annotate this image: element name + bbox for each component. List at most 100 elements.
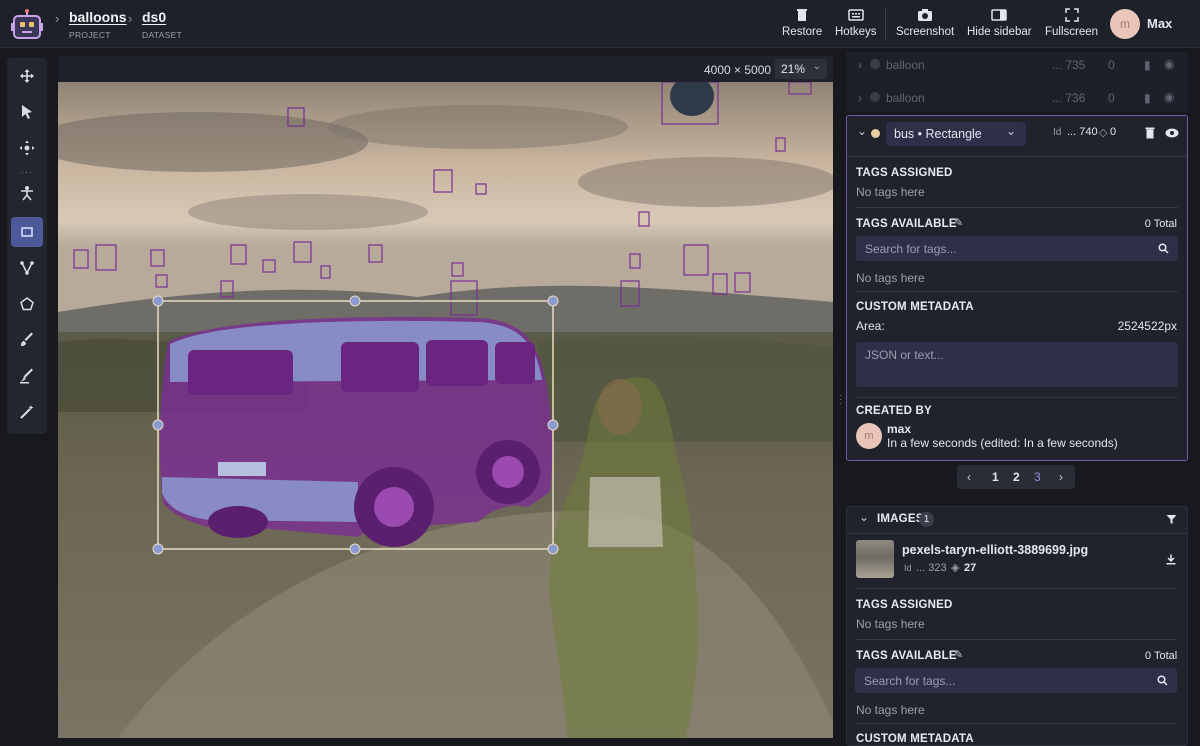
dataset-name[interactable]: ds0 bbox=[142, 9, 182, 25]
keypoints-icon bbox=[21, 186, 33, 201]
prev-page-icon[interactable]: ‹ bbox=[967, 470, 971, 484]
image-file-name[interactable]: pexels-taryn-elliott-3889699.jpg bbox=[902, 543, 1088, 557]
page-2[interactable]: 2 bbox=[1013, 470, 1020, 484]
hotkeys-button[interactable]: Hotkeys bbox=[835, 8, 877, 38]
object-row[interactable]: › balloon ... 735 0 ▮ ◉ bbox=[846, 52, 1188, 80]
annotation-toolbar: ··· ··· bbox=[7, 58, 47, 434]
trash-icon[interactable]: ▮ bbox=[1144, 91, 1151, 105]
images-count: 1 bbox=[919, 512, 934, 527]
download-icon[interactable] bbox=[1166, 554, 1176, 565]
image-tag-search-input[interactable]: Search for tags... bbox=[855, 668, 1177, 693]
chevron-right-icon: › bbox=[128, 11, 133, 26]
eraser-icon bbox=[20, 368, 33, 384]
user-avatar[interactable]: m bbox=[1110, 9, 1140, 39]
resize-handle[interactable] bbox=[152, 543, 164, 555]
object-id: ... 736 bbox=[1052, 91, 1086, 105]
divider bbox=[856, 291, 1178, 292]
keypoints-tool[interactable] bbox=[11, 178, 43, 208]
filter-icon[interactable] bbox=[1166, 514, 1177, 525]
bus-window bbox=[341, 342, 419, 392]
resize-handle[interactable] bbox=[547, 295, 559, 307]
user-name[interactable]: Max bbox=[1147, 16, 1172, 31]
class-select[interactable]: bus • Rectangle ⌄ bbox=[886, 122, 1026, 146]
resize-handle[interactable] bbox=[349, 295, 361, 307]
rectangle-tool[interactable] bbox=[11, 217, 43, 247]
metadata-textarea[interactable]: JSON or text... bbox=[856, 342, 1178, 387]
divider bbox=[847, 533, 1187, 534]
polyline-tool[interactable] bbox=[11, 253, 43, 283]
resize-handle[interactable] bbox=[547, 543, 559, 555]
divider bbox=[855, 723, 1177, 724]
resize-handle[interactable] bbox=[349, 543, 361, 555]
polygon-tool[interactable] bbox=[11, 289, 43, 319]
rectangle-icon bbox=[21, 227, 33, 237]
layers-icon: ◈ bbox=[951, 562, 960, 574]
project-name[interactable]: balloons bbox=[69, 9, 127, 25]
eye-icon[interactable] bbox=[1165, 128, 1179, 138]
hide-sidebar-button[interactable]: Hide sidebar bbox=[967, 8, 1032, 38]
pan-tool[interactable] bbox=[11, 133, 43, 163]
image-tags-total: 0 Total bbox=[1145, 650, 1178, 662]
fullscreen-label: Fullscreen bbox=[1045, 26, 1099, 38]
image-thumbnail[interactable] bbox=[856, 540, 894, 578]
trash-icon[interactable]: ▮ bbox=[1144, 58, 1151, 72]
tags-total: 0 Total bbox=[1144, 218, 1177, 230]
zoom-value: 21% bbox=[781, 62, 806, 76]
class-color-dot bbox=[871, 129, 880, 138]
object-tags-count: 0 bbox=[1108, 58, 1115, 72]
bus-wheel bbox=[492, 456, 524, 488]
divider bbox=[847, 156, 1187, 157]
restore-button[interactable]: Restore bbox=[782, 8, 822, 38]
panel-resize-handle[interactable]: · · · bbox=[839, 391, 842, 409]
eraser-tool[interactable] bbox=[11, 361, 43, 391]
next-page-icon[interactable]: › bbox=[1059, 470, 1063, 484]
eye-icon[interactable]: ◉ bbox=[1164, 90, 1174, 104]
magic-wand-tool[interactable] bbox=[11, 397, 43, 427]
bus-window bbox=[188, 350, 293, 395]
resize-handle[interactable] bbox=[152, 295, 164, 307]
chevron-down-icon: ⌄ bbox=[812, 61, 821, 72]
person-top bbox=[588, 477, 663, 547]
annotation-canvas[interactable] bbox=[58, 82, 833, 738]
resize-handle[interactable] bbox=[547, 419, 559, 431]
select-tool[interactable] bbox=[11, 97, 43, 127]
image-custom-metadata-title: CUSTOM METADATA bbox=[856, 733, 974, 745]
image-view[interactable] bbox=[58, 82, 833, 738]
brush-tool[interactable] bbox=[11, 325, 43, 355]
tags-available-title: TAGS AVAILABLE bbox=[856, 218, 957, 230]
image-tags-assigned-empty: No tags here bbox=[856, 617, 925, 631]
divider bbox=[856, 397, 1178, 398]
fullscreen-icon bbox=[1064, 8, 1079, 22]
robot-logo-icon[interactable] bbox=[10, 8, 44, 42]
fullscreen-button[interactable]: Fullscreen bbox=[1045, 8, 1098, 38]
bus-window bbox=[426, 340, 488, 386]
tag-icon: ◇ bbox=[1099, 127, 1108, 139]
search-placeholder: Search for tags... bbox=[865, 242, 957, 256]
tags-assigned-empty: No tags here bbox=[856, 185, 925, 199]
tag-search-input[interactable]: Search for tags... bbox=[856, 236, 1178, 261]
screenshot-button[interactable]: Screenshot bbox=[896, 8, 954, 38]
breadcrumb-project[interactable]: balloons PROJECT bbox=[69, 9, 127, 40]
chevron-down-icon[interactable]: ⌄ bbox=[859, 510, 869, 524]
page-1[interactable]: 1 bbox=[992, 470, 999, 484]
top-bar: › balloons PROJECT › ds0 DATASET Restore… bbox=[0, 0, 1200, 48]
trash-icon bbox=[797, 9, 808, 21]
selected-object-card: ⌄ bus • Rectangle ⌄ Id ... 740 ◇ 0 TAGS … bbox=[846, 115, 1188, 461]
trash-icon[interactable] bbox=[1145, 127, 1155, 139]
custom-metadata-title: CUSTOM METADATA bbox=[856, 301, 974, 313]
breadcrumb-dataset[interactable]: ds0 DATASET bbox=[142, 9, 182, 40]
edit-icon[interactable]: ✎ bbox=[954, 216, 963, 229]
chevron-right-icon: › bbox=[55, 11, 60, 26]
image-objects-count: 27 bbox=[964, 562, 977, 574]
tags-available-empty: No tags here bbox=[856, 271, 925, 285]
zoom-select[interactable]: 21% ⌄ bbox=[775, 59, 827, 79]
eye-icon[interactable]: ◉ bbox=[1164, 57, 1174, 71]
move-tool[interactable] bbox=[11, 61, 43, 91]
resize-handle[interactable] bbox=[152, 419, 164, 431]
bus-window bbox=[495, 342, 535, 384]
chevron-down-icon[interactable]: ⌄ bbox=[857, 124, 867, 138]
object-row[interactable]: › balloon ... 736 0 ▮ ◉ bbox=[846, 85, 1188, 113]
chevron-right-icon: › bbox=[858, 58, 862, 72]
page-3[interactable]: 3 bbox=[1034, 470, 1041, 484]
edit-icon[interactable]: ✎ bbox=[954, 648, 963, 661]
